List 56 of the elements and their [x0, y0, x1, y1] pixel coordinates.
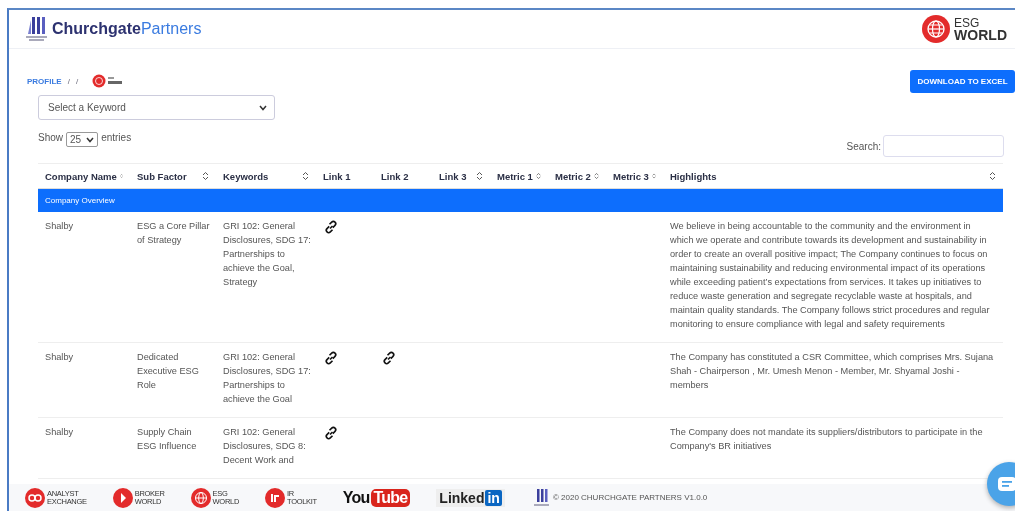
sort-icon: [651, 171, 656, 181]
flag-logo-icon: [112, 487, 133, 508]
sort-icon: [119, 171, 123, 181]
table-cell: Shalby: [38, 417, 130, 479]
globe-icon: [921, 14, 952, 44]
entries-select[interactable]: 25: [66, 132, 99, 147]
chevron-down-icon: [259, 104, 267, 111]
chevron-down-icon: [86, 136, 95, 143]
link-icon[interactable]: [323, 219, 339, 235]
table-cell: GRI 102: General Disclosures, SDG 8: Decent Work and: [216, 417, 316, 479]
link-icon[interactable]: [323, 350, 339, 366]
highlights-text: We believe in being accountable to the community and the environment in which we operate and contribute towards its development and sustainability in order to create an overall positive impact; The Company continues to focus on maintaining sustainability and reducing environmental impact of its operations while exceeding patient’s expectations from services. It takes up initiatives to reduce waste generation and segregate recyclable waste at hospitals, and maintain quality standards. The Company follows strict procedures and regular monitoring to ensure compliance with legal and safety requirements: [663, 212, 1003, 343]
column-header[interactable]: Link 1: [316, 163, 374, 189]
sort-icon: [202, 171, 209, 181]
ir-logo-icon: [265, 487, 285, 508]
column-header[interactable]: Highlights: [663, 163, 1003, 189]
search-label: Search:: [846, 140, 881, 152]
column-header[interactable]: Metric 2: [548, 163, 606, 189]
infinity-logo-icon: [25, 487, 45, 508]
column-header[interactable]: Link 2: [374, 163, 432, 189]
brand-name: ChurchgatePartners: [52, 20, 202, 38]
linkedin-logo[interactable]: Linked in: [436, 488, 505, 507]
table-cell: Dedicated Executive ESG Role: [130, 342, 216, 418]
globe-logo-icon: [190, 487, 211, 508]
table-cell: GRI 102: General Disclosures, SDG 17: Partnerships to achieve the Goal, Strategy: [216, 212, 316, 343]
sort-icon: [302, 171, 309, 181]
esg-world-logo-text: ESG WORLD: [954, 17, 1007, 41]
breadcrumb-separator: /: [67, 76, 70, 86]
link-icon[interactable]: [381, 350, 397, 366]
table-cell: Supply Chain ESG Influence: [130, 417, 216, 479]
column-header[interactable]: Metric 1: [490, 163, 548, 189]
show-label: Show: [38, 132, 63, 143]
table-cell: Shalby: [38, 212, 130, 343]
column-header[interactable]: Company Name: [38, 163, 130, 189]
breadcrumb-separator: /: [75, 76, 79, 86]
table-cell: Shalby: [38, 342, 130, 418]
table-cell: GRI 102: General Disclosures, SDG 17: Partnerships to achieve the Goal: [216, 342, 316, 418]
download-button[interactable]: DOWNLOAD TO EXCEL: [910, 70, 1015, 93]
sort-icon: [476, 171, 483, 181]
column-header[interactable]: Link 3: [432, 163, 490, 189]
highlights-text: The Company has constituted a CSR Committee, which comprises Mrs. Sujana Shah - Chairperson , Mr. Umesh Menon - Member, Mr. Shyamal Joshi - members: [663, 342, 1003, 418]
sort-icon: [989, 171, 996, 181]
column-header[interactable]: Keywords: [216, 163, 316, 189]
breadcrumb-link[interactable]: PROFILE: [27, 76, 62, 86]
column-header[interactable]: Sub Factor: [130, 163, 216, 189]
search-field[interactable]: [883, 135, 1004, 157]
entries-label: entries: [101, 132, 132, 143]
sort-icon: [593, 171, 599, 181]
group-row: Company Overview: [38, 188, 1003, 212]
copyright-text: © 2020 CHURCHGATE PARTNERS V1.0.0: [552, 493, 708, 502]
table-cell: ESG a Core Pillar of Strategy: [130, 212, 216, 343]
column-header[interactable]: Metric 3: [606, 163, 663, 189]
chat-icon: [998, 477, 1015, 491]
link-icon[interactable]: [323, 425, 339, 441]
keyword-select[interactable]: Select a Keyword: [38, 95, 275, 120]
sort-icon: [535, 171, 541, 181]
